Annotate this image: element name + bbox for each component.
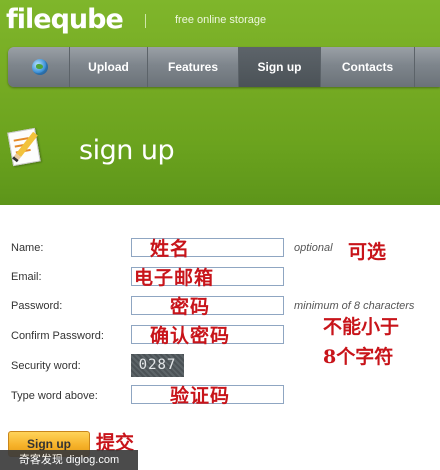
nav-signup[interactable]: Sign up [239, 47, 321, 87]
confirm-field-note: 确认密码 [150, 325, 231, 347]
min-chars-annotation-1: 不能小于 [323, 316, 400, 338]
captcha-field-note: 验证码 [170, 385, 231, 407]
type-word-label: Type word above: [11, 390, 98, 402]
globe-icon [32, 59, 48, 75]
site-logo[interactable]: fileqube [6, 4, 124, 35]
nav-upload[interactable]: Upload [70, 47, 148, 87]
page-title: sign up [79, 135, 175, 166]
captcha-image: 0287 [131, 354, 184, 377]
nav-home[interactable] [8, 47, 70, 87]
site-tagline: free online storage [175, 14, 267, 26]
name-field-note: 姓名 [150, 238, 191, 260]
name-optional-hint: optional [294, 242, 333, 254]
email-field-note: 电子邮箱 [134, 267, 215, 289]
nav-features[interactable]: Features [148, 47, 239, 87]
watermark: 奇客发现 diglog.com [0, 450, 138, 470]
confirm-password-label: Confirm Password: [11, 330, 104, 342]
header-divider [145, 14, 146, 28]
security-word-label: Security word: [11, 360, 81, 372]
name-label: Name: [11, 242, 44, 254]
password-field-note: 密码 [170, 296, 211, 318]
password-min-hint: minimum of 8 characters [294, 300, 415, 312]
main-nav: Upload Features Sign up Contacts [8, 47, 440, 87]
min-chars-annotation-2: 8个字符 [323, 346, 394, 368]
password-label: Password: [11, 300, 63, 312]
site-header: fileqube free online storage Upload Feat… [0, 0, 440, 205]
nav-contacts[interactable]: Contacts [321, 47, 415, 87]
optional-annotation: 可选 [348, 241, 387, 263]
email-label: Email: [11, 271, 42, 283]
